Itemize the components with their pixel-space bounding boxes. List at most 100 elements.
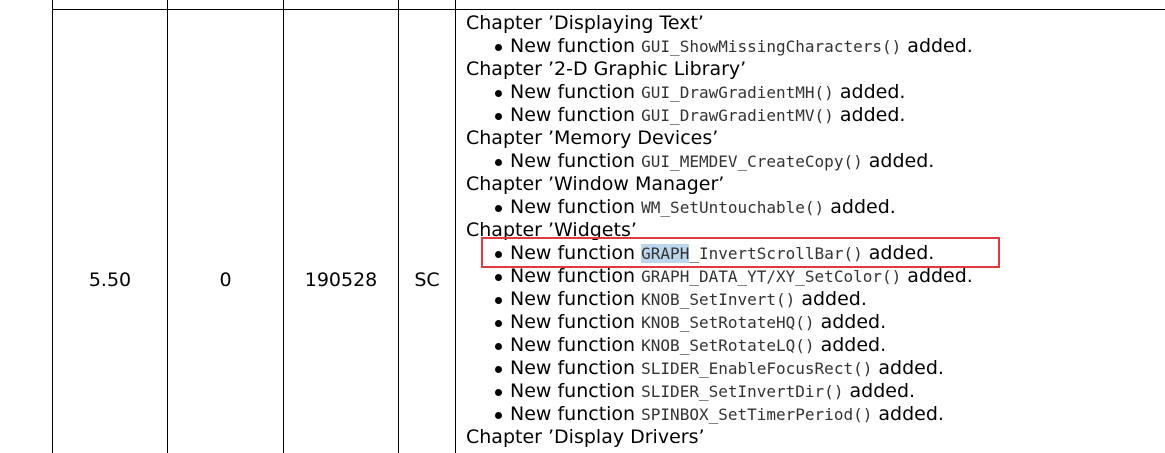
chapter-heading: Chapter ’Displaying Text’: [466, 12, 704, 34]
column-divider: [52, 0, 53, 453]
list-item: New function KNOB_SetInvert() added.: [466, 288, 1156, 311]
item-prefix: New function: [510, 81, 636, 103]
function-name: SLIDER_EnableFocusRect(): [641, 359, 872, 378]
author-cell: SC: [414, 269, 440, 291]
item-suffix: added.: [878, 357, 944, 379]
date-cell: 190528: [304, 269, 378, 291]
item-suffix: added.: [830, 196, 896, 218]
item-prefix: New function: [510, 380, 636, 402]
column-divider: [167, 0, 168, 453]
function-name-text: GUI_ShowMissingCharacters(): [641, 37, 902, 56]
column-divider: [455, 0, 456, 453]
function-name: SPINBOX_SetTimerPeriod(): [641, 405, 872, 424]
function-name-text: KNOB_SetRotateLQ(): [641, 336, 815, 355]
function-name-text: KNOB_SetRotateHQ(): [641, 313, 815, 332]
list-item-text: New function KNOB_SetInvert() added.: [510, 288, 867, 310]
bullet-icon: [495, 343, 502, 350]
function-name-text: GUI_DrawGradientMH(): [641, 83, 834, 102]
item-suffix: added.: [907, 35, 973, 57]
function-name-text: GUI_MEMDEV_CreateCopy(): [641, 152, 863, 171]
item-suffix: added.: [868, 150, 935, 172]
row-top-border: [52, 9, 1165, 10]
bullet-icon: [495, 159, 502, 166]
item-prefix: New function: [510, 104, 636, 126]
function-name-text: SLIDER_SetInvertDir(): [641, 382, 844, 401]
list-item: New function GUI_DrawGradientMV() added.: [466, 104, 1156, 127]
chapter-heading: Chapter ’Display Drivers’: [466, 426, 705, 448]
bullet-icon: [495, 113, 502, 120]
item-prefix: New function: [510, 403, 636, 425]
item-prefix: New function: [510, 35, 636, 57]
list-item: New function GRAPH_DATA_YT/XY_SetColor()…: [466, 265, 1156, 288]
item-prefix: New function: [510, 265, 636, 287]
list-item-text: New function KNOB_SetRotateLQ() added.: [510, 334, 886, 356]
chapter-heading: Chapter ’Memory Devices’: [466, 127, 719, 149]
list-item: New function SLIDER_EnableFocusRect() ad…: [466, 357, 1156, 380]
column-divider: [398, 0, 399, 453]
item-suffix: added.: [878, 403, 944, 425]
bullet-icon: [495, 90, 502, 97]
item-prefix: New function: [510, 196, 636, 218]
bullet-icon: [495, 297, 502, 304]
item-prefix: New function: [510, 150, 636, 172]
item-suffix: added.: [907, 265, 973, 287]
list-item: New function GUI_ShowMissingCharacters()…: [466, 35, 1156, 58]
item-suffix: added.: [820, 334, 887, 356]
function-name: GUI_DrawGradientMH(): [641, 83, 834, 102]
chapter-heading: Chapter ’2-D Graphic Library’: [466, 58, 747, 80]
description-cell: Chapter ’Displaying Text’ New function GU…: [466, 12, 1156, 449]
function-name: GUI_MEMDEV_CreateCopy(): [641, 152, 863, 171]
bullet-icon: [495, 412, 502, 419]
list-item-text: New function GUI_DrawGradientMV() added.: [510, 104, 905, 126]
list-item: New function SPINBOX_SetTimerPeriod() ad…: [466, 403, 1156, 426]
list-item: New function GUI_DrawGradientMH() added.: [466, 81, 1156, 104]
function-name: KNOB_SetRotateHQ(): [641, 313, 814, 332]
function-name-text: GRAPH_DATA_YT/XY_SetColor(): [641, 267, 902, 286]
function-name-text: WM_SetUntouchable(): [641, 198, 825, 217]
function-name-text: KNOB_SetInvert(): [641, 290, 796, 309]
highlight-box: [481, 237, 1000, 268]
bullet-icon: [495, 205, 502, 212]
function-name: GRAPH_DATA_YT/XY_SetColor(): [641, 267, 901, 286]
list-item-text: New function SPINBOX_SetTimerPeriod() ad…: [510, 403, 944, 425]
list-item-text: New function SLIDER_EnableFocusRect() ad…: [510, 357, 944, 379]
list-item: New function KNOB_SetRotateHQ() added.: [466, 311, 1156, 334]
function-name: GUI_DrawGradientMV(): [641, 106, 834, 125]
list-item-text: New function WM_SetUntouchable() added.: [510, 196, 896, 218]
function-name: GUI_ShowMissingCharacters(): [641, 37, 901, 56]
revision-cell: 0: [219, 269, 232, 291]
function-name-text: SLIDER_EnableFocusRect(): [641, 359, 873, 378]
bullet-icon: [495, 274, 502, 281]
function-name: WM_SetUntouchable(): [641, 198, 824, 217]
item-suffix: added.: [820, 311, 887, 333]
chapter-heading: Chapter ’Window Manager’: [466, 173, 725, 195]
function-name-text: GUI_DrawGradientMV(): [641, 106, 834, 125]
function-name-text: SPINBOX_SetTimerPeriod(): [641, 405, 873, 424]
item-prefix: New function: [510, 334, 636, 356]
list-item-text: New function GUI_ShowMissingCharacters()…: [510, 35, 973, 57]
list-item-text: New function KNOB_SetRotateHQ() added.: [510, 311, 886, 333]
item-prefix: New function: [510, 288, 636, 310]
item-prefix: New function: [510, 357, 636, 379]
item-suffix: added.: [839, 81, 906, 103]
column-divider: [283, 0, 284, 453]
item-suffix: added.: [839, 104, 906, 126]
function-name: SLIDER_SetInvertDir(): [641, 382, 843, 401]
list-item: New function SLIDER_SetInvertDir() added…: [466, 380, 1156, 403]
bullet-icon: [495, 366, 502, 373]
revision-table: 5.50 0 190528 SC Chapter ’Displaying Tex…: [0, 0, 1165, 453]
list-item-text: New function GUI_MEMDEV_CreateCopy() add…: [510, 150, 934, 172]
function-name: KNOB_SetInvert(): [641, 290, 795, 309]
function-name: KNOB_SetRotateLQ(): [641, 336, 814, 355]
list-item: New function WM_SetUntouchable() added.: [466, 196, 1156, 219]
bullet-icon: [495, 320, 502, 327]
list-item: New function GUI_MEMDEV_CreateCopy() add…: [466, 150, 1156, 173]
list-item-text: New function GRAPH_DATA_YT/XY_SetColor()…: [510, 265, 973, 287]
item-suffix: added.: [801, 288, 867, 310]
list-item-text: New function SLIDER_SetInvertDir() added…: [510, 380, 915, 402]
bullet-icon: [495, 44, 502, 51]
item-suffix: added.: [849, 380, 916, 402]
list-item: New function KNOB_SetRotateLQ() added.: [466, 334, 1156, 357]
version-cell: 5.50: [88, 269, 132, 291]
list-item-text: New function GUI_DrawGradientMH() added.: [510, 81, 905, 103]
